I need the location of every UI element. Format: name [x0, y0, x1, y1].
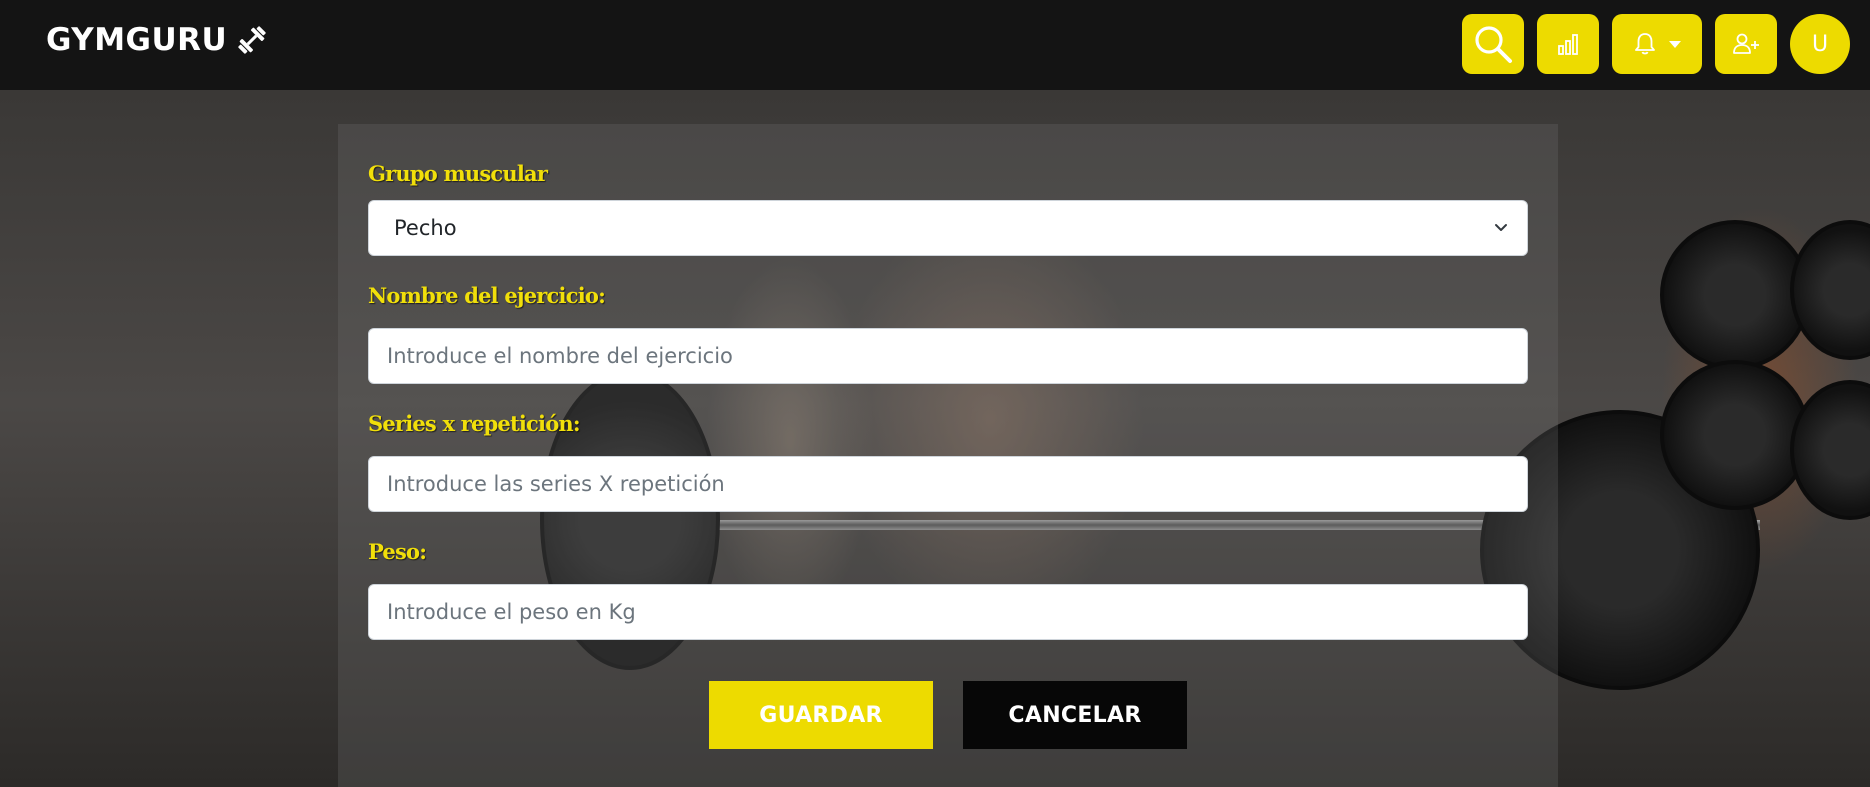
weight-plate — [1790, 220, 1870, 360]
user-plus-icon — [1732, 32, 1760, 56]
save-button[interactable]: GUARDAR — [709, 681, 933, 749]
avatar[interactable]: U — [1790, 14, 1850, 74]
chevron-down-icon — [1493, 216, 1509, 240]
dumbbell-icon — [235, 23, 269, 57]
chevron-down-icon — [1668, 39, 1682, 49]
muscle-group-label: Grupo muscular — [368, 161, 548, 186]
search-button[interactable] — [1462, 14, 1524, 74]
search-icon — [1473, 24, 1513, 64]
bell-icon — [1632, 31, 1658, 57]
muscle-group-select[interactable]: Pecho — [368, 200, 1528, 256]
notifications-button[interactable] — [1612, 14, 1702, 74]
exercise-name-field[interactable] — [368, 328, 1528, 384]
series-label: Series x repetición: — [368, 411, 581, 436]
weight-plate — [1660, 360, 1810, 510]
exercise-name-label: Nombre del ejercicio: — [368, 283, 606, 308]
muscle-group-value: Pecho — [394, 216, 457, 240]
add-user-button[interactable] — [1715, 14, 1777, 74]
avatar-initial: U — [1811, 31, 1829, 57]
exercise-form-panel: Grupo muscular Pecho Nombre del ejercici… — [338, 124, 1558, 787]
navbar: GYMGURU U — [0, 0, 1870, 90]
brand-name: GYMGURU — [46, 22, 228, 58]
series-input[interactable] — [387, 457, 1509, 511]
series-field[interactable] — [368, 456, 1528, 512]
weight-field[interactable] — [368, 584, 1528, 640]
stats-button[interactable] — [1537, 14, 1599, 74]
form-actions: GUARDAR CANCELAR — [338, 681, 1558, 749]
exercise-name-input[interactable] — [387, 329, 1509, 383]
bar-chart-icon — [1556, 32, 1580, 56]
navbar-actions: U — [1462, 14, 1850, 74]
weight-plate — [1660, 220, 1810, 370]
weight-input[interactable] — [387, 585, 1509, 639]
cancel-button[interactable]: CANCELAR — [963, 681, 1187, 749]
weight-label: Peso: — [368, 539, 427, 564]
brand-logo[interactable]: GYMGURU — [46, 22, 269, 58]
exercise-form: Grupo muscular Pecho Nombre del ejercici… — [368, 158, 1528, 640]
